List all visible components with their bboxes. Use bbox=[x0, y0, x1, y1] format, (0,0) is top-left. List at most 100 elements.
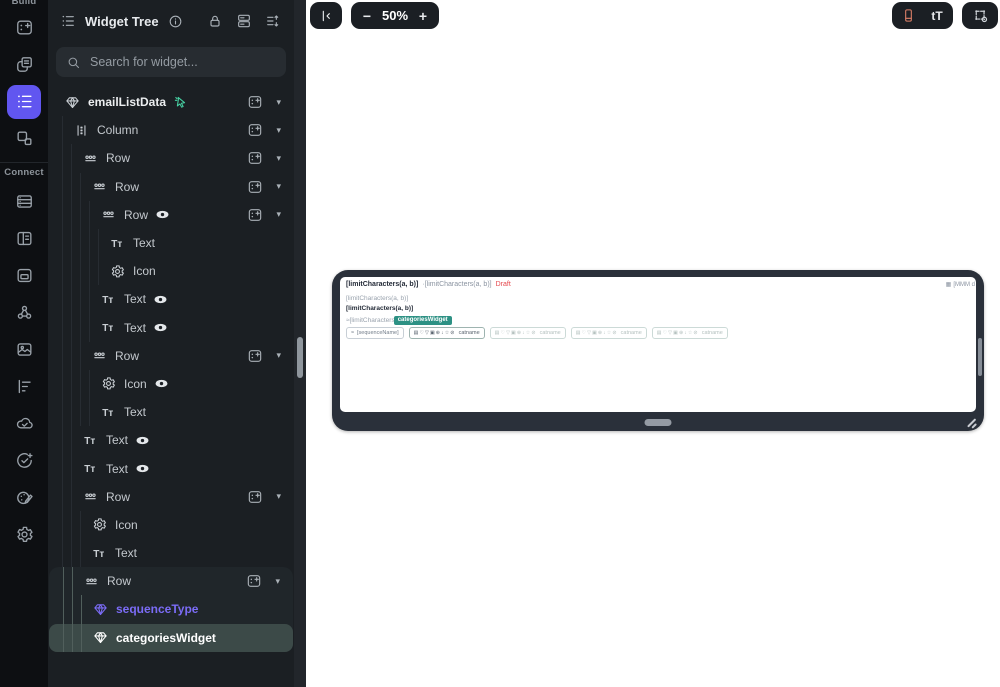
expand-chevron[interactable]: ▾ bbox=[276, 153, 281, 164]
category-chip[interactable]: ▤♡▽▣⊕↓☆⊘ catname bbox=[408, 327, 485, 339]
visibility-icon[interactable] bbox=[135, 433, 150, 448]
tree-item-label: emailListData bbox=[88, 95, 167, 110]
search-input[interactable]: Search for widget... bbox=[56, 47, 286, 77]
tree-item-label: Text bbox=[124, 292, 147, 307]
rail-item-components[interactable] bbox=[7, 122, 41, 156]
phone-icon bbox=[901, 8, 916, 23]
tree-item-Text[interactable]: Tт Text bbox=[48, 539, 294, 568]
expand-chevron[interactable]: ▾ bbox=[276, 97, 281, 108]
expand-chevron[interactable]: ▾ bbox=[276, 125, 281, 136]
category-chip[interactable]: ▤♡▽▣⊕↓☆⊘ catname bbox=[651, 327, 728, 339]
add-child-button[interactable] bbox=[247, 489, 263, 505]
tree-item-Text[interactable]: Tт Text bbox=[48, 285, 294, 314]
rail-item-storyboard[interactable] bbox=[7, 370, 41, 404]
tree-item-Text[interactable]: Tт Text bbox=[48, 454, 294, 483]
home-indicator bbox=[644, 419, 672, 426]
tree-item-Text[interactable]: Tт Text bbox=[48, 313, 294, 342]
canvas-settings-button[interactable] bbox=[962, 2, 998, 29]
row-icon bbox=[82, 151, 99, 166]
canvas-mode-group: tT bbox=[892, 2, 953, 29]
chip-icon-strip: ▤♡▽▣⊕↓☆⊘ bbox=[656, 330, 699, 336]
tree-item-sequenceType[interactable]: sequenceType bbox=[49, 595, 293, 624]
sequence-chip[interactable]: ≈ [sequenceName] bbox=[346, 327, 404, 339]
tree-item-Text[interactable]: Tт Text bbox=[48, 398, 294, 427]
preview-date: ▦ [MMM d bbox=[945, 281, 975, 289]
add-child-button[interactable] bbox=[247, 179, 263, 195]
indent-guide bbox=[62, 510, 71, 539]
tree-item-Row[interactable]: Row ▾ bbox=[48, 172, 294, 201]
expand-chevron[interactable]: ▾ bbox=[276, 181, 281, 192]
diamond-icon bbox=[92, 630, 109, 645]
category-chip[interactable]: ▤♡▽▣⊕↓☆⊘ catname bbox=[570, 327, 647, 339]
tree-item-Row[interactable]: Row ▾ bbox=[48, 144, 294, 173]
rail-item-database[interactable] bbox=[7, 185, 41, 219]
zoom-level: 50% bbox=[381, 8, 409, 23]
chip-icon-strip: ▤♡▽▣⊕↓☆⊘ bbox=[575, 330, 618, 336]
tree-item-Icon[interactable]: Icon bbox=[48, 369, 294, 399]
rail-item-widget-tree[interactable] bbox=[7, 84, 41, 119]
indent-guide bbox=[71, 172, 80, 201]
indent-guide bbox=[80, 200, 89, 229]
row-icon bbox=[91, 348, 108, 363]
panel-scrollbar-thumb[interactable] bbox=[297, 337, 303, 378]
collapse-layers-icon[interactable] bbox=[236, 13, 252, 29]
info-icon[interactable] bbox=[168, 14, 183, 29]
row-icon bbox=[83, 574, 100, 589]
tree-item-Icon[interactable]: Icon bbox=[48, 510, 294, 539]
gear-icon bbox=[100, 376, 117, 391]
tree-item-Row[interactable]: Row ▾ bbox=[48, 341, 294, 370]
visibility-icon[interactable] bbox=[154, 376, 169, 391]
visibility-icon[interactable] bbox=[155, 207, 170, 222]
category-chip[interactable]: ▤♡▽▣⊕↓☆⊘ catname bbox=[489, 327, 566, 339]
expand-chevron[interactable]: ▾ bbox=[276, 209, 281, 220]
indent-guide bbox=[72, 595, 81, 624]
indent-guide bbox=[80, 539, 89, 568]
expand-chevron[interactable]: ▾ bbox=[276, 491, 281, 502]
panel-scrollbar-track[interactable] bbox=[294, 0, 306, 687]
text-scale-button[interactable]: tT bbox=[924, 4, 950, 27]
rail-item-api[interactable] bbox=[7, 296, 41, 330]
indent-guide bbox=[89, 313, 98, 342]
tree-item-Text[interactable]: Tт Text bbox=[48, 228, 294, 258]
expand-chevron[interactable]: ▾ bbox=[276, 350, 281, 361]
rail-item-cloud-functions[interactable] bbox=[7, 407, 41, 441]
visibility-icon[interactable] bbox=[153, 320, 168, 335]
rail-item-data-types[interactable] bbox=[7, 222, 41, 256]
expand-chevron[interactable]: ▾ bbox=[275, 576, 280, 587]
rail-item-settings[interactable] bbox=[7, 518, 41, 552]
rail-item-content[interactable] bbox=[7, 259, 41, 293]
add-child-button[interactable] bbox=[247, 122, 263, 138]
lock-icon[interactable] bbox=[207, 13, 223, 29]
collapse-left-icon bbox=[318, 8, 334, 24]
zoom-out-button[interactable]: − bbox=[355, 4, 379, 27]
visibility-icon[interactable] bbox=[153, 292, 168, 307]
tree-item-label: Icon bbox=[124, 376, 147, 391]
tree-item-categoriesWidget[interactable]: categoriesWidget bbox=[49, 623, 293, 652]
rail-item-actions[interactable] bbox=[7, 444, 41, 478]
chip-icon-strip: ▤♡▽▣⊕↓☆⊘ bbox=[494, 330, 537, 336]
sort-collapse-icon[interactable] bbox=[265, 13, 281, 29]
rail-item-media[interactable] bbox=[7, 333, 41, 367]
device-screen: [limitCharacters(a, b)] ·[limitCharacter… bbox=[340, 277, 976, 412]
rail-item-pages[interactable] bbox=[7, 48, 41, 82]
rail-item-add-widget[interactable] bbox=[7, 11, 41, 45]
resize-handle[interactable] bbox=[964, 416, 980, 430]
add-child-button[interactable] bbox=[247, 150, 263, 166]
tree-item-emailListData[interactable]: emailListData ▾ bbox=[48, 88, 294, 116]
device-preview-button[interactable] bbox=[895, 4, 921, 27]
tree-item-Row[interactable]: Row ▾ bbox=[48, 482, 294, 511]
add-child-button[interactable] bbox=[246, 573, 262, 589]
tree-item-Text[interactable]: Tт Text bbox=[48, 426, 294, 455]
zoom-in-button[interactable]: + bbox=[411, 4, 435, 27]
indent-guide bbox=[80, 285, 89, 314]
tree-item-Column[interactable]: Column ▾ bbox=[48, 116, 294, 145]
add-child-button[interactable] bbox=[247, 348, 263, 364]
tree-item-Row[interactable]: Row ▾ bbox=[49, 567, 293, 596]
tree-item-Row[interactable]: Row ▾ bbox=[48, 200, 294, 229]
rail-item-theme[interactable] bbox=[7, 481, 41, 515]
tree-item-Icon[interactable]: Icon bbox=[48, 257, 294, 286]
add-child-button[interactable] bbox=[247, 207, 263, 223]
visibility-icon[interactable] bbox=[135, 461, 150, 476]
add-child-button[interactable] bbox=[247, 94, 263, 110]
collapse-panel-button[interactable] bbox=[310, 2, 342, 29]
